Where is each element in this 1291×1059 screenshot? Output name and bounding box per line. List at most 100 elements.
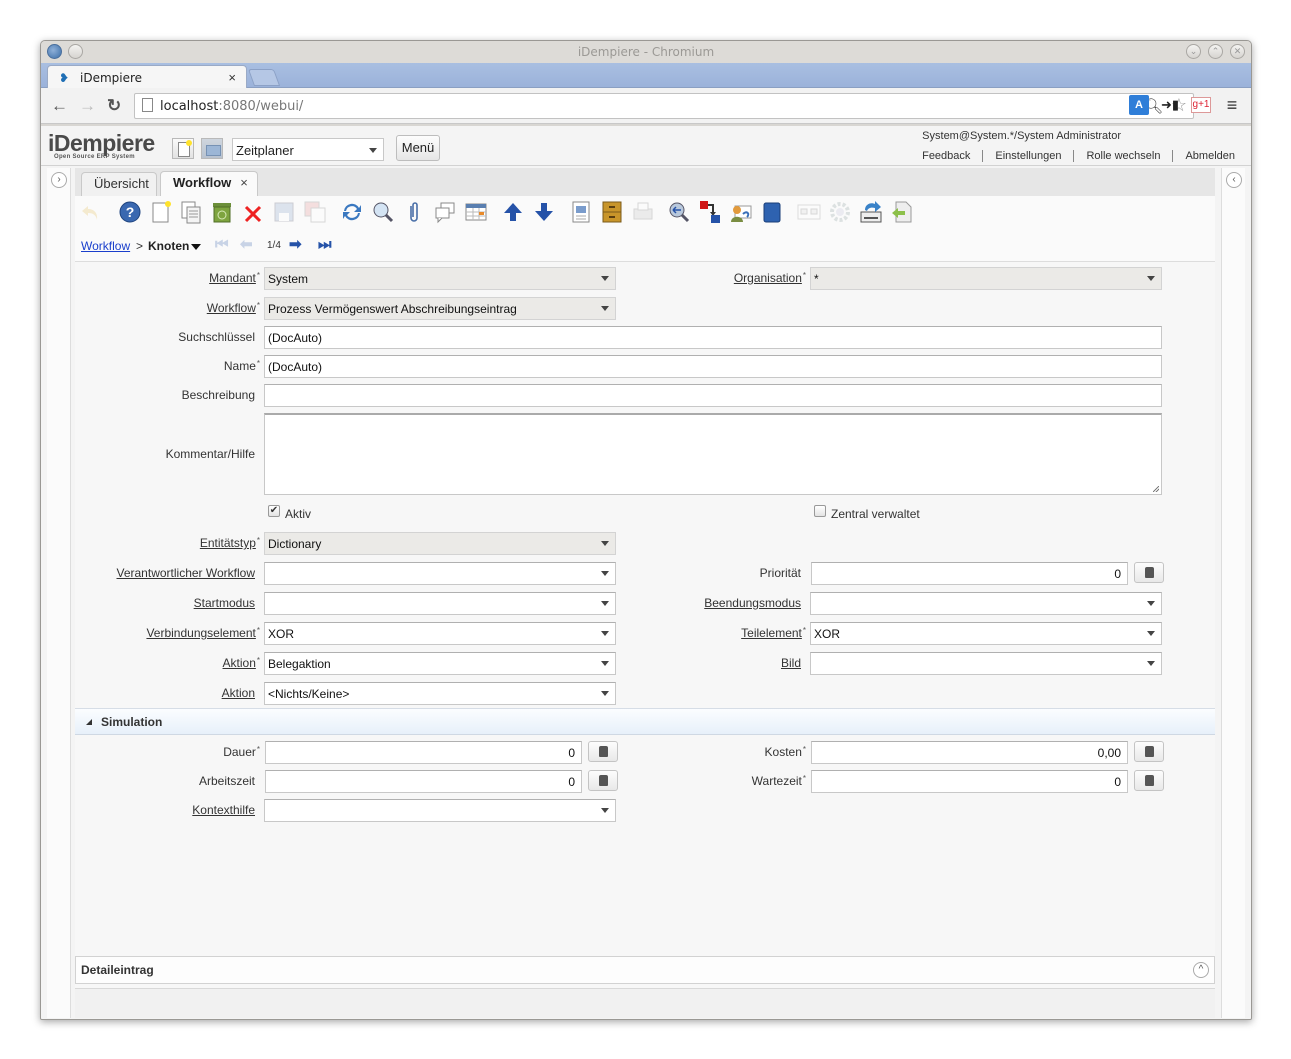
last-record-icon[interactable]: ⏭ [318,237,332,253]
first-record-icon[interactable]: ⏮ [215,237,229,253]
entity-type-label[interactable]: Entitätstyp* [200,536,260,550]
undo-icon[interactable] [79,200,103,224]
product-info-icon[interactable] [760,200,784,224]
export-icon[interactable] [859,200,883,224]
comment-help-textarea[interactable] [264,413,1162,495]
save-new-icon[interactable] [303,200,327,224]
calculator-icon[interactable] [1134,562,1164,583]
address-bar[interactable]: localhost:8080/webui/ 🔍︎ ☆ [134,93,1194,119]
maximize-button[interactable]: ⌃ [1208,44,1223,59]
close-tab-icon[interactable]: × [240,175,248,190]
back-icon[interactable]: ← [51,96,68,116]
active-workflows-icon[interactable] [797,200,821,224]
menu-button[interactable]: Menü [396,135,440,161]
calculator-icon[interactable] [588,741,618,762]
archive-icon[interactable] [600,200,624,224]
new-window-button[interactable] [172,138,194,159]
chat-icon[interactable] [433,200,457,224]
delete-selected-icon[interactable] [241,200,265,224]
previous-record-icon[interactable]: ⬅ [240,237,253,253]
caret-down-icon[interactable] [191,244,201,250]
workflow-request-icon[interactable] [729,200,753,224]
organisation-label[interactable]: Organisation* [734,271,806,285]
workflow-label[interactable]: Workflow* [207,301,260,315]
save-icon[interactable] [272,200,296,224]
mandant-select[interactable]: System [264,267,616,290]
refresh-icon[interactable] [340,200,364,224]
search-key-input[interactable]: (DocAuto) [264,326,1162,349]
expand-right-icon[interactable]: › [51,172,67,188]
resize-grip-icon[interactable] [1153,486,1159,492]
working-time-input[interactable]: 0 [265,770,582,793]
browser-menu-icon[interactable]: ≡ [1222,95,1242,115]
action-label[interactable]: Aktion* [223,656,260,670]
open-folder-button[interactable] [201,138,223,159]
context-help-select[interactable] [264,799,616,822]
window-sticky-button[interactable] [68,44,83,59]
new-record-icon[interactable] [149,200,173,224]
tab-overview[interactable]: Übersicht [81,172,157,196]
join-element-label[interactable]: Verbindungselement* [146,626,260,640]
cost-input[interactable]: 0,00 [811,741,1128,764]
print-icon[interactable] [631,200,655,224]
image-select[interactable] [810,652,1162,675]
workflow-responsible-label[interactable]: Verantwortlicher Workflow [117,566,256,580]
centrally-maintained-checkbox[interactable] [814,505,826,517]
action-select[interactable]: Belegaktion [264,652,616,675]
change-role-link[interactable]: Rolle wechseln [1073,150,1172,162]
calculator-icon[interactable] [588,770,618,791]
description-input[interactable] [264,384,1162,407]
breadcrumb-workflow-link[interactable]: Workflow [81,239,130,253]
document-action-label[interactable]: Aktion [222,686,255,700]
grid-toggle-icon[interactable] [464,200,488,224]
attachment-icon[interactable] [402,200,426,224]
join-element-select[interactable]: XOR [264,622,616,645]
calculator-icon[interactable] [1134,741,1164,762]
finish-mode-select[interactable] [810,592,1162,615]
finish-mode-label[interactable]: Beendungsmodus [704,596,801,610]
priority-input[interactable]: 0 [811,562,1128,585]
next-record-icon[interactable]: ➡ [289,237,302,253]
process-gear-icon[interactable] [828,200,852,224]
copy-record-icon[interactable] [179,200,203,224]
import-icon[interactable] [890,200,914,224]
breadcrumb-current[interactable]: Knoten [148,239,189,253]
mandant-label[interactable]: Mandant* [209,271,260,285]
google-plus-one-icon[interactable]: g+1 [1191,97,1211,113]
entity-type-select[interactable]: Dictionary [264,532,616,555]
zoom-across-icon[interactable] [667,200,691,224]
workflow-select[interactable]: Prozess Vermögenswert Abschreibungseintr… [264,297,616,320]
simulation-section-header[interactable]: Simulation [75,708,1215,735]
close-window-button[interactable]: ✕ [1230,44,1245,59]
workflow-responsible-select[interactable] [264,562,616,585]
detail-record-icon[interactable] [532,200,556,224]
name-input[interactable]: (DocAuto) [264,355,1162,378]
window-menu-icon[interactable] [47,44,62,59]
logout-link[interactable]: Abmelden [1172,150,1235,162]
organisation-select[interactable]: * [810,267,1162,290]
settings-link[interactable]: Einstellungen [982,150,1073,162]
new-tab-button[interactable] [247,69,281,86]
report-icon[interactable] [569,200,593,224]
start-mode-label[interactable]: Startmodus [194,596,255,610]
tab-workflow[interactable]: Workflow × [160,171,258,197]
menu-search-select[interactable]: Zeitplaner [232,138,384,161]
waiting-time-input[interactable]: 0 [811,770,1128,793]
split-element-label[interactable]: Teilelement* [741,626,806,640]
browser-tab[interactable]: ❥ iDempiere × [47,65,247,89]
expand-up-icon[interactable]: ^ [1193,962,1209,978]
help-icon[interactable]: ? [118,200,142,224]
send-to-device-icon[interactable]: ➜▮ [1160,95,1180,115]
image-label[interactable]: Bild [781,656,801,670]
related-info-icon[interactable] [698,200,722,224]
parent-record-icon[interactable] [501,200,525,224]
close-tab-icon[interactable]: × [228,70,236,85]
forward-icon[interactable]: → [79,96,96,116]
split-element-select[interactable]: XOR [810,622,1162,645]
document-action-select[interactable]: <Nichts/Keine> [264,682,616,705]
active-checkbox[interactable]: ✔ [268,505,280,517]
calculator-icon[interactable] [1134,770,1164,791]
duration-input[interactable]: 0 [265,741,582,764]
start-mode-select[interactable] [264,592,616,615]
reload-icon[interactable]: ↻ [107,96,121,116]
